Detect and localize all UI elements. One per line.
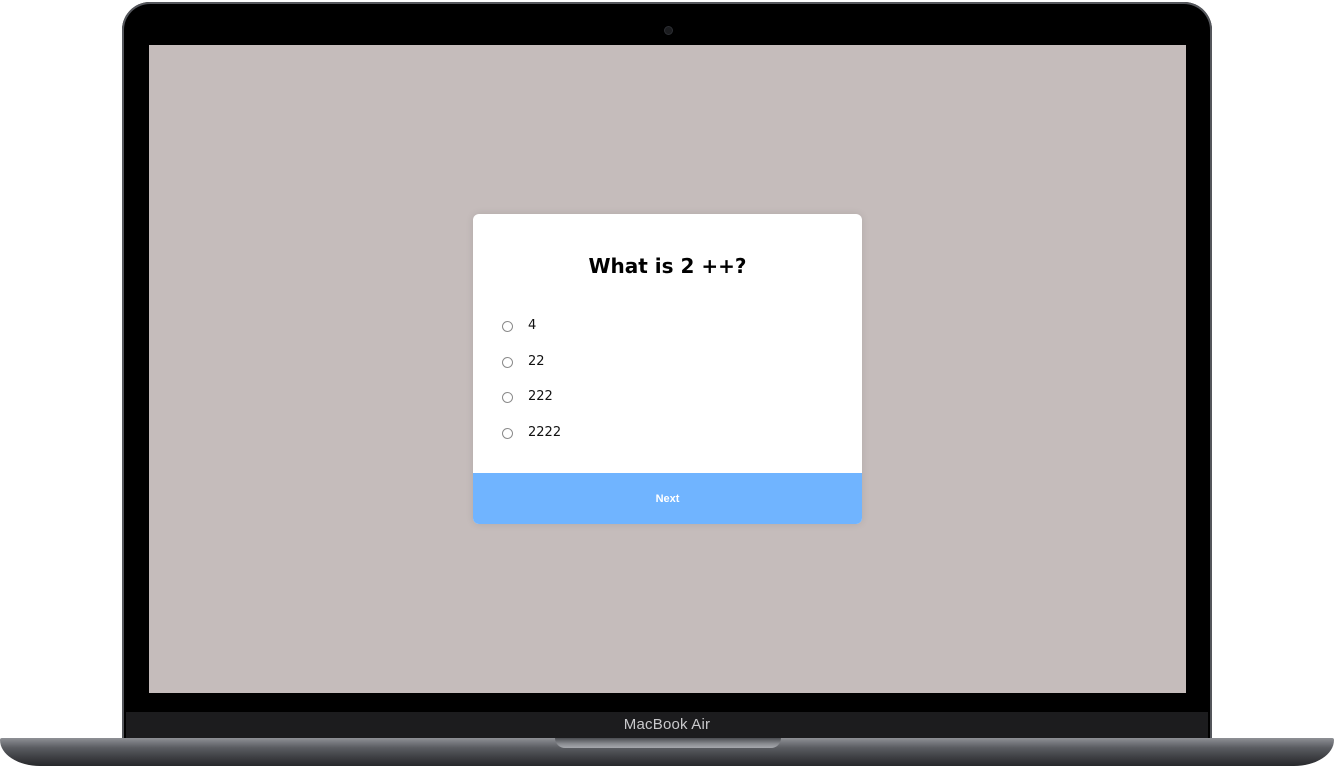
device-brand-label: MacBook Air <box>623 716 711 733</box>
radio-button-icon[interactable] <box>502 356 513 368</box>
radio-button-icon[interactable] <box>502 392 513 404</box>
laptop-hinge-notch <box>555 738 781 748</box>
answer-option[interactable]: 4 <box>502 308 561 344</box>
next-button[interactable]: Next <box>473 473 862 524</box>
quiz-card: What is 2 ++? 4 22 222 2222 Next <box>473 214 862 524</box>
radio-button-icon[interactable] <box>502 428 513 440</box>
quiz-question: What is 2 ++? <box>588 254 747 278</box>
laptop-screen: What is 2 ++? 4 22 222 2222 Next <box>149 45 1186 693</box>
answer-option[interactable]: 222 <box>502 379 561 415</box>
laptop-mockup: What is 2 ++? 4 22 222 2222 Next MacBook… <box>0 0 1334 767</box>
answer-option[interactable]: 22 <box>502 344 561 380</box>
answer-option[interactable]: 2222 <box>502 415 561 451</box>
answer-label[interactable]: 4 <box>528 318 536 333</box>
camera-icon <box>664 26 673 35</box>
answer-list: 4 22 222 2222 <box>502 308 561 450</box>
answer-label[interactable]: 2222 <box>528 425 561 440</box>
answer-label[interactable]: 22 <box>528 354 545 369</box>
answer-label[interactable]: 222 <box>528 389 553 404</box>
radio-button-icon[interactable] <box>502 321 513 333</box>
